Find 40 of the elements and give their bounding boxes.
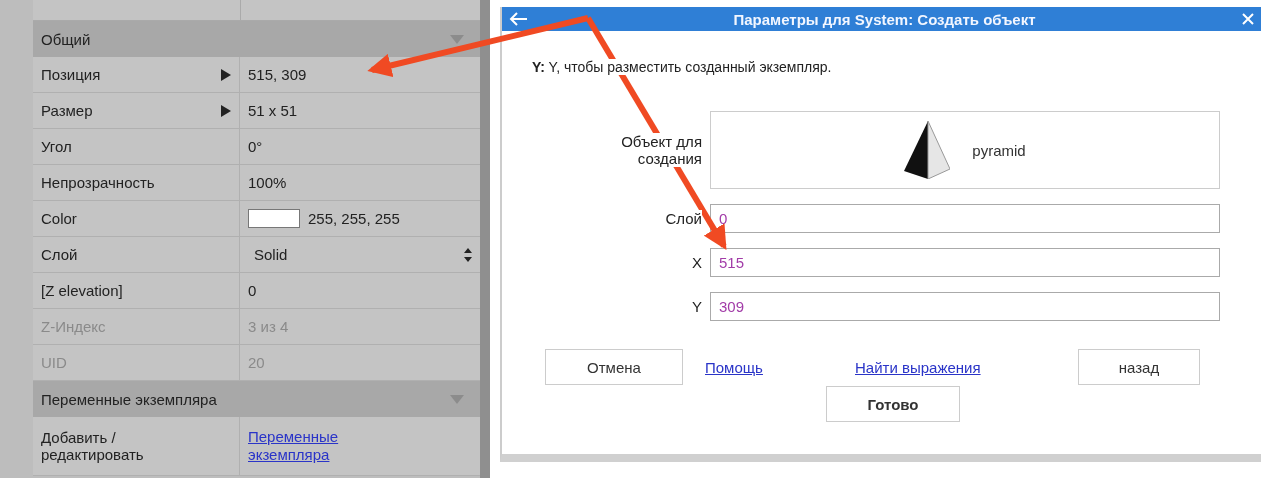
back-icon[interactable]	[508, 11, 528, 27]
property-label: Позиция	[41, 66, 101, 83]
property-value: 255, 255, 255	[308, 210, 400, 227]
input-field[interactable]: 515	[710, 248, 1220, 277]
section-header[interactable]: Общий	[33, 21, 480, 57]
property-label: Угол	[41, 138, 72, 155]
property-value: 100%	[248, 174, 287, 191]
stepper-icon	[464, 247, 472, 262]
link[interactable]: Переменные экземпляра	[248, 428, 388, 464]
link[interactable]: Найти выражения	[855, 358, 1078, 376]
description: Y: Y, чтобы разместить созданный экземпляр.	[532, 59, 832, 75]
dialog-button[interactable]: Отмена	[545, 349, 683, 385]
link[interactable]: Помощь	[705, 358, 833, 376]
property-label: UID	[41, 354, 67, 371]
property-value: 515, 309	[248, 66, 307, 83]
property-label: Непрозрачность	[41, 174, 155, 191]
close-icon[interactable]	[1241, 12, 1255, 26]
property-label: Z-Индекс	[41, 318, 106, 335]
layer-select[interactable]: Solid	[240, 237, 480, 272]
property-label: [Z elevation]	[41, 282, 123, 299]
property-label: Color	[41, 210, 77, 227]
property-value: 51 x 51	[248, 102, 298, 119]
window-title: Параметры для System: Создать объект	[733, 10, 1036, 28]
input-field[interactable]: 309	[710, 292, 1220, 321]
input-field[interactable]: 0	[710, 204, 1220, 233]
property-label: Слой	[41, 246, 78, 263]
done-button[interactable]: Готово	[826, 386, 960, 422]
pyramid-icon	[904, 121, 951, 179]
property-value: 3 из 4	[248, 318, 289, 335]
section-header[interactable]: Переменные экземпляра	[33, 381, 480, 417]
property-label: Размер	[41, 102, 93, 119]
property-value: 0°	[248, 138, 263, 155]
property-label: Добавить / редактировать	[41, 429, 145, 463]
color-swatch[interactable]	[248, 209, 300, 228]
property-value: 20	[248, 354, 265, 371]
expand-icon[interactable]	[221, 104, 231, 117]
expand-icon[interactable]	[221, 68, 231, 81]
object-picker[interactable]: pyramid	[710, 111, 1220, 189]
dialog-button[interactable]: назад	[1078, 349, 1200, 385]
property-value: 0	[248, 282, 257, 299]
